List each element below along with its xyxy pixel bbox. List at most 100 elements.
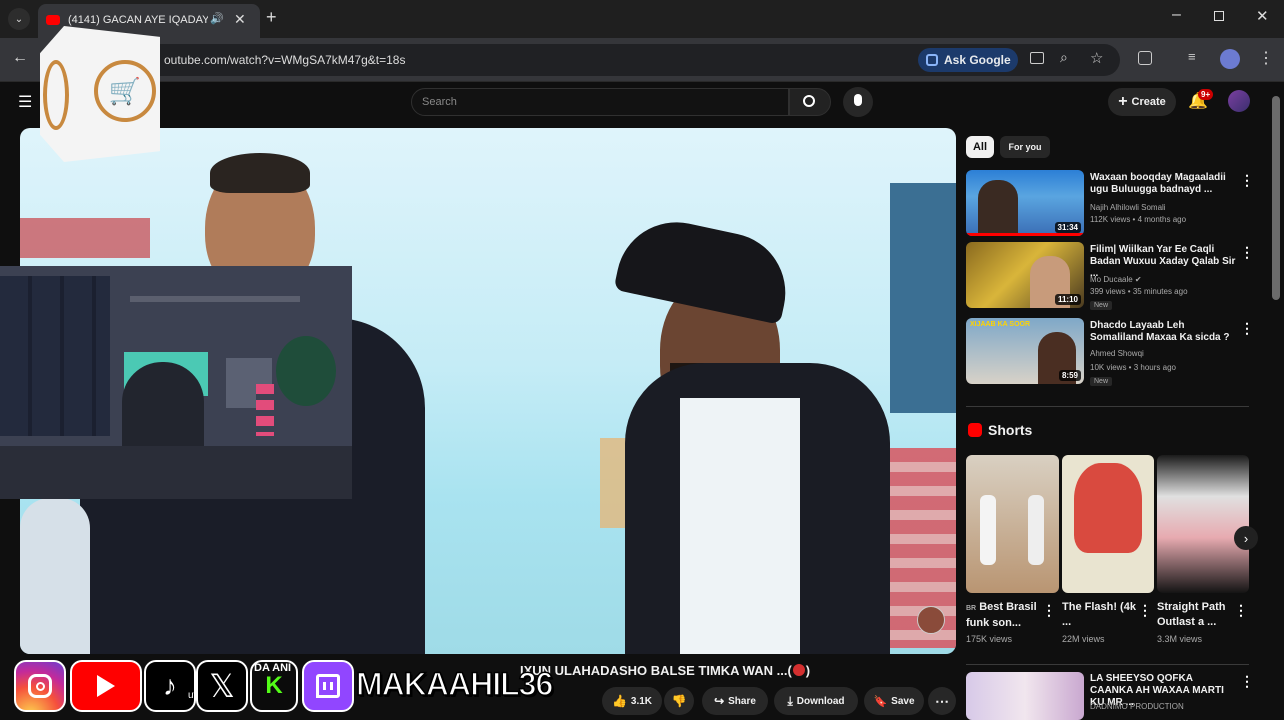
- bonsai-plant: [276, 336, 336, 406]
- hamburger-menu-icon[interactable]: ☰: [18, 92, 32, 112]
- rec-meta-3: 10K views • 3 hours ago: [1090, 363, 1176, 372]
- short-menu-icon-2[interactable]: ⋮: [1138, 602, 1152, 619]
- desk: [0, 446, 352, 499]
- rec-channel-1[interactable]: Najih Alhilowli Somali: [1090, 202, 1166, 214]
- share-label: Share: [728, 695, 756, 707]
- save-button[interactable]: 🔖 Save: [864, 687, 924, 715]
- rec-menu-icon-2[interactable]: ⋮: [1240, 244, 1254, 261]
- browser-menu-icon[interactable]: ⋮: [1258, 48, 1274, 68]
- search-icon: [803, 95, 815, 107]
- rec-thumbnail-2[interactable]: 11:10: [966, 242, 1084, 308]
- zoom-icon[interactable]: ⌕: [1060, 49, 1068, 66]
- share-icon: ↪: [714, 694, 725, 708]
- speaker-icon[interactable]: 🔊: [210, 12, 224, 25]
- chip-for-you[interactable]: For you: [1000, 136, 1050, 158]
- save-label: Save: [891, 695, 915, 707]
- share-button[interactable]: ↪ Share: [702, 687, 768, 715]
- rec-channel-3[interactable]: Ahmed Showqi: [1090, 348, 1144, 360]
- cart-icon-small: [43, 60, 69, 130]
- thumb-person: [978, 180, 1018, 236]
- dancer: [1028, 495, 1044, 565]
- rec-channel-2[interactable]: Mo Ducaale ✔: [1090, 274, 1142, 286]
- verified-icon: ✔: [1134, 275, 1142, 284]
- child-left: [20, 498, 90, 654]
- ask-google-label: Ask Google: [944, 53, 1011, 67]
- new-tab-button[interactable]: +: [266, 7, 277, 28]
- rec-meta-1: 112K views • 4 months ago: [1090, 215, 1187, 224]
- x-twitter-icon: 𝕏: [196, 660, 248, 712]
- rec-thumbnail-4[interactable]: [966, 672, 1084, 720]
- tab-search-dropdown[interactable]: ⌄: [8, 8, 30, 30]
- section-divider: [966, 664, 1249, 665]
- new-badge: New: [1090, 377, 1113, 386]
- youtube-social-icon: [70, 660, 142, 712]
- media-queue-icon[interactable]: ≡: [1188, 49, 1196, 64]
- section-divider: [966, 406, 1249, 407]
- window-frame: [890, 183, 956, 413]
- video-title-text: IXUN ULAHADASHO BALSE TIMKA WAN ...(: [520, 663, 792, 678]
- voice-search-button[interactable]: [843, 87, 873, 117]
- short-views-3: 3.3M views: [1157, 634, 1203, 644]
- rec-thumbnail-3[interactable]: XIJAAB KA SOOR 8:59: [966, 318, 1084, 384]
- rec-thumbnail-1[interactable]: 31:34: [966, 170, 1084, 236]
- minimize-button[interactable]: –: [1172, 6, 1181, 24]
- shorts-logo-icon: [968, 423, 982, 437]
- thumb-caption: XIJAAB KA SOOR: [970, 321, 1031, 328]
- create-label: Create: [1131, 96, 1166, 108]
- short-menu-icon-3[interactable]: ⋮: [1234, 602, 1248, 619]
- page-scrollbar[interactable]: [1272, 96, 1280, 300]
- cart-icon-large: 🛒: [94, 60, 156, 122]
- shorts-next-button[interactable]: ›: [1234, 526, 1258, 550]
- streamer-handle: MAKAAHIL36: [355, 665, 554, 703]
- more-icon: ⋯: [935, 692, 949, 709]
- like-count: 3.1K: [630, 695, 653, 707]
- short-thumbnail-1[interactable]: [966, 455, 1059, 593]
- bookmark-star-icon[interactable]: ☆: [1090, 49, 1103, 67]
- rec-menu-icon-3[interactable]: ⋮: [1240, 320, 1254, 337]
- chip-all[interactable]: All: [966, 136, 994, 158]
- create-button[interactable]: + Create: [1108, 88, 1176, 116]
- plus-icon: +: [1118, 93, 1128, 110]
- channel-watermark[interactable]: [917, 606, 945, 634]
- like-button[interactable]: 👍 3.1K: [602, 687, 662, 715]
- rec-title-1[interactable]: Waxaan booqday Magaaladii ugu Buluugga b…: [1090, 172, 1232, 196]
- video-title-end: ): [805, 663, 811, 678]
- download-button[interactable]: ⤓ Download: [774, 687, 858, 715]
- search-input[interactable]: Search: [411, 88, 789, 116]
- ask-google-button[interactable]: Ask Google: [918, 48, 1018, 72]
- flash-cartoon: [1074, 463, 1142, 553]
- rec-menu-icon-4[interactable]: ⋮: [1240, 673, 1254, 690]
- shopping-cart-logo: 🛒: [40, 26, 160, 162]
- close-window-button[interactable]: ✕: [1256, 7, 1269, 25]
- red-emoji-icon: [792, 664, 805, 676]
- extensions-icon[interactable]: [1138, 51, 1152, 65]
- restore-button[interactable]: [1214, 11, 1224, 21]
- short-title-1-text: Best Brasil funk son...: [966, 601, 1037, 629]
- rec-channel-4[interactable]: DADNIMO PRODUCTION: [1090, 701, 1184, 713]
- rec-title-3[interactable]: Dhacdo Layaab Leh Somaliland Maxaa Ka si…: [1090, 320, 1236, 344]
- short-menu-icon-1[interactable]: ⋮: [1042, 602, 1056, 619]
- notification-count-badge: 9+: [1198, 89, 1214, 100]
- speaker-pink-lights: [256, 384, 274, 436]
- short-title-3[interactable]: Straight Path Outlast a ...: [1157, 600, 1233, 630]
- rec-channel-2-name: Mo Ducaale: [1090, 275, 1133, 284]
- browser-tab-bar: ⌄ (4141) GACAN AYE IQADAY 🔊 ✕ + – ✕: [0, 0, 1284, 38]
- cast-icon[interactable]: [1030, 52, 1044, 64]
- twitch-icon: [302, 660, 354, 712]
- tab-title: (4141) GACAN AYE IQADAY: [68, 14, 208, 26]
- url-field[interactable]: outube.com/watch?v=WMgSA7kM47g&t=18s Ask…: [40, 44, 1120, 76]
- tab-close-icon[interactable]: ✕: [234, 11, 246, 28]
- account-avatar[interactable]: [1228, 90, 1250, 112]
- short-title-1[interactable]: BR Best Brasil funk son...: [966, 600, 1038, 631]
- dislike-button[interactable]: 👎: [664, 687, 694, 715]
- back-arrow-icon[interactable]: ←: [12, 49, 28, 67]
- url-text: outube.com/watch?v=WMgSA7kM47g&t=18s: [164, 53, 406, 67]
- short-title-2[interactable]: The Flash! (4k ...: [1062, 600, 1136, 630]
- thumbs-down-icon: 👎: [671, 694, 687, 708]
- search-button[interactable]: [789, 88, 831, 116]
- more-actions-button[interactable]: ⋯: [928, 687, 956, 715]
- short-thumbnail-3[interactable]: [1157, 455, 1249, 593]
- profile-avatar[interactable]: [1220, 49, 1240, 69]
- rec-menu-icon-1[interactable]: ⋮: [1240, 172, 1254, 189]
- short-thumbnail-2[interactable]: [1062, 455, 1154, 593]
